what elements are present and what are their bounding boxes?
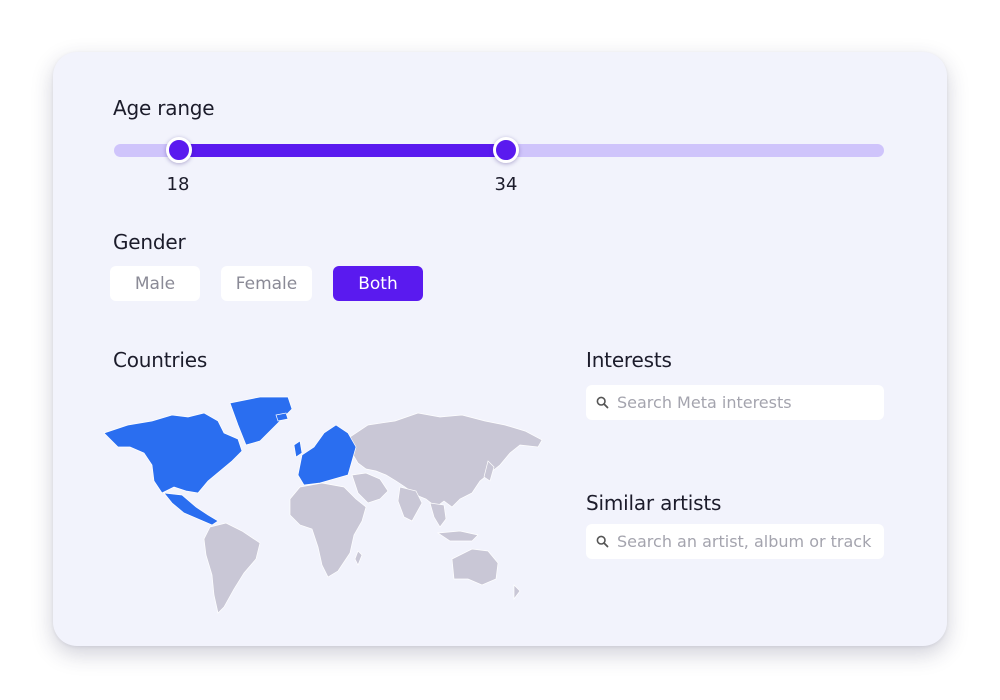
similar-artists-label: Similar artists: [586, 491, 722, 515]
map-region-africa[interactable]: [289, 482, 367, 578]
map-region-australia[interactable]: [451, 548, 499, 586]
map-region-europe[interactable]: [297, 424, 357, 486]
age-slider-fill: [179, 144, 506, 157]
map-region-central-america[interactable]: [163, 492, 219, 526]
map-region-indonesia[interactable]: [436, 530, 479, 542]
age-min-value: 18: [166, 174, 190, 195]
gender-male-button[interactable]: Male: [110, 266, 200, 301]
similar-artists-search-input[interactable]: [615, 531, 879, 552]
gender-label: Gender: [113, 230, 186, 254]
interests-search-box[interactable]: [586, 385, 884, 420]
interests-search-input[interactable]: [615, 392, 879, 413]
gender-female-button[interactable]: Female: [221, 266, 312, 301]
map-region-greenland[interactable]: [229, 396, 293, 446]
map-region-southeast-asia[interactable]: [429, 502, 447, 528]
map-region-middle-east[interactable]: [351, 472, 389, 504]
map-region-madagascar[interactable]: [354, 550, 363, 566]
map-region-uk[interactable]: [293, 440, 303, 458]
age-range-label: Age range: [113, 96, 215, 120]
search-icon: [596, 535, 609, 548]
gender-both-button[interactable]: Both: [333, 266, 423, 301]
similar-artists-search-box[interactable]: [586, 524, 884, 559]
map-region-new-zealand[interactable]: [513, 584, 521, 601]
age-max-handle[interactable]: [493, 137, 519, 163]
world-map[interactable]: [100, 395, 545, 615]
interests-label: Interests: [586, 348, 672, 372]
countries-label: Countries: [113, 348, 208, 372]
age-min-handle[interactable]: [166, 137, 192, 163]
age-max-value: 34: [494, 174, 518, 195]
map-region-south-america[interactable]: [203, 522, 261, 614]
map-region-north-america[interactable]: [103, 412, 243, 494]
search-icon: [596, 396, 609, 409]
